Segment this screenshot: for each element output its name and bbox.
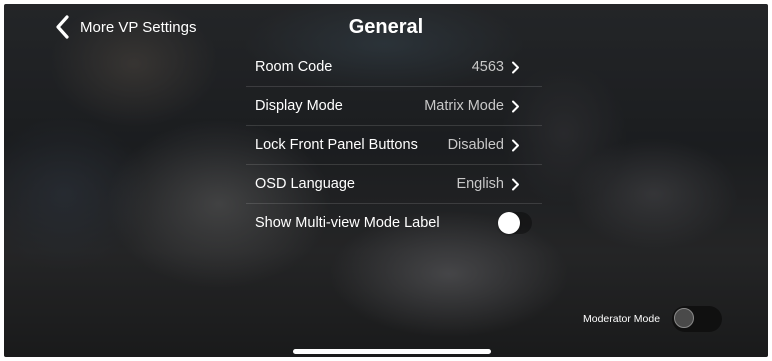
back-label: More VP Settings [80,18,197,36]
setting-value: 4563 [471,59,504,75]
setting-display-mode[interactable]: Display Mode Matrix Mode [246,87,542,126]
screen: More VP Settings General Room Code 4563 … [4,4,768,357]
setting-label: Display Mode [255,98,343,114]
setting-lock-front-panel[interactable]: Lock Front Panel Buttons Disabled [246,126,542,165]
moderator-label: Moderator Mode [583,313,661,325]
chevron-right-icon [512,178,519,191]
setting-label: Lock Front Panel Buttons [255,137,418,153]
setting-value: Matrix Mode [424,98,504,114]
moderator-toggle[interactable] [672,306,723,332]
setting-value: English [456,176,504,192]
toggle-knob [498,212,520,234]
toggle-knob [674,308,695,328]
setting-multiview-label: Show Multi-view Mode Label [246,204,542,242]
chevron-right-icon [512,139,519,152]
moderator-mode: Moderator Mode [583,306,723,332]
setting-label: Room Code [255,59,333,75]
header: More VP Settings General [4,4,768,48]
chevron-right-icon [512,100,519,113]
back-button[interactable]: More VP Settings [54,15,196,39]
settings-list: Room Code 4563 Display Mode Matrix Mode … [246,48,542,242]
setting-label: OSD Language [255,176,355,192]
multiview-toggle[interactable] [498,212,532,234]
setting-osd-language[interactable]: OSD Language English [246,165,542,204]
chevron-right-icon [512,61,519,74]
setting-room-code[interactable]: Room Code 4563 [246,48,542,87]
home-indicator[interactable] [293,349,491,354]
setting-value: Disabled [447,137,504,153]
setting-label: Show Multi-view Mode Label [255,215,440,231]
chevron-left-icon [56,15,69,39]
